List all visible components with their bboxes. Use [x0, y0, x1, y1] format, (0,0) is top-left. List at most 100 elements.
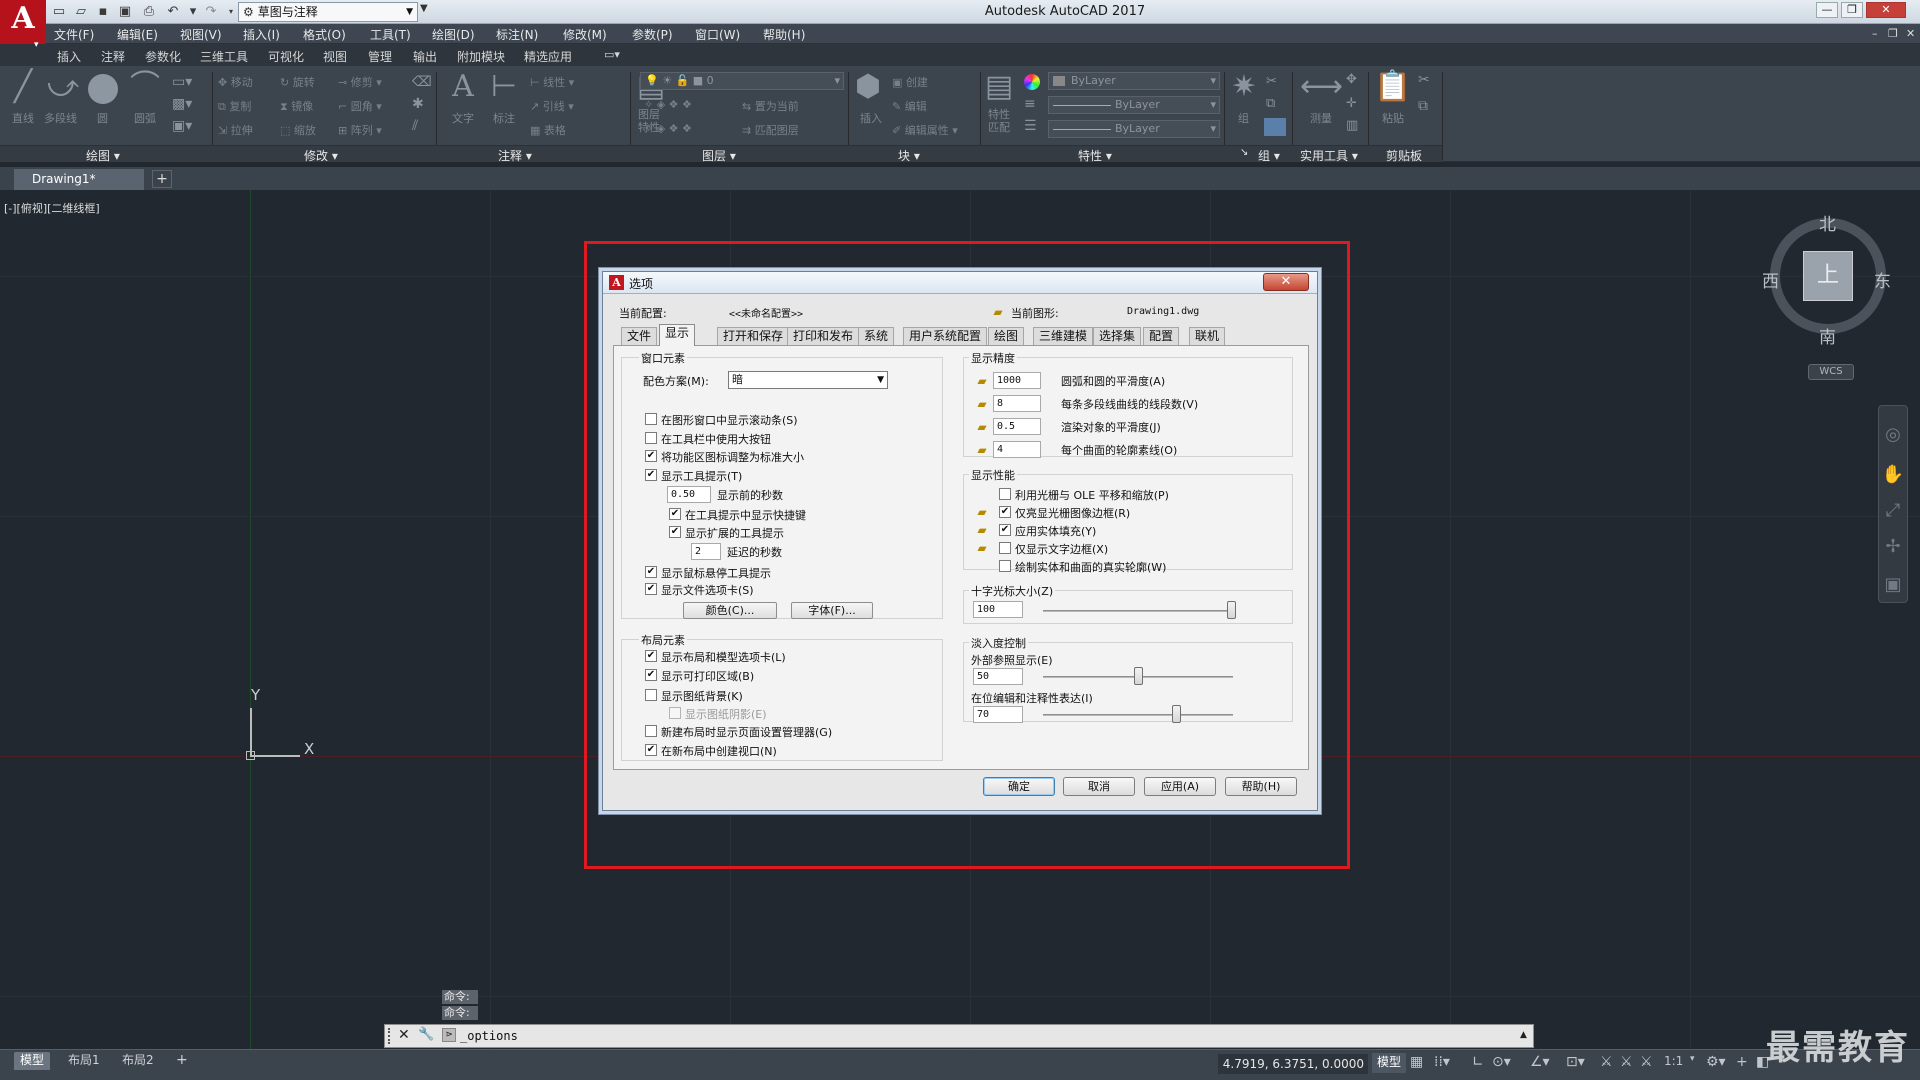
ribbon-tab-insert[interactable]: 插入	[57, 48, 81, 65]
tab-files[interactable]: 文件	[621, 327, 658, 345]
file-tab-drawing1[interactable]: Drawing1*	[14, 169, 144, 190]
zoom-extents-icon[interactable]: ⤢	[1880, 500, 1906, 521]
match-layer-tool[interactable]: ⇉ 匹配图层	[742, 122, 799, 138]
layer-tools-row2[interactable]: ✧ ◈ ❖ ❖	[644, 122, 692, 135]
layout-tabs-checkbox[interactable]: ✔	[645, 650, 657, 662]
properties-dialog-icon[interactable]: ↘	[1240, 147, 1248, 158]
render-smoothness-input[interactable]: 0.5	[993, 418, 1041, 435]
rotate-tool[interactable]: ↻ 旋转	[280, 74, 315, 90]
layout-tab-2[interactable]: 布局2	[116, 1052, 160, 1070]
apply-button[interactable]: 应用(A)	[1144, 777, 1216, 796]
compass-north[interactable]: 北	[1819, 210, 1836, 235]
compass-east[interactable]: 东	[1874, 267, 1891, 292]
show-scrollbars-checkbox[interactable]	[645, 413, 657, 425]
page-setup-manager-checkbox[interactable]	[645, 725, 657, 737]
quick-select-icon[interactable]: ✥	[1346, 72, 1357, 87]
ungroup-icon[interactable]: ✂	[1266, 74, 1277, 89]
paper-shadow-checkbox[interactable]	[669, 707, 681, 719]
arc-smoothness-input[interactable]: 1000	[993, 372, 1041, 389]
panel-title-groups[interactable]: 组 ▾	[1258, 147, 1280, 164]
osnap-tracking-icon[interactable]: ∠▾	[1530, 1054, 1550, 1070]
raster-ole-checkbox[interactable]	[999, 488, 1011, 500]
text-icon[interactable]: A	[448, 70, 478, 104]
showmotion-icon[interactable]: ▣	[1880, 574, 1906, 595]
tooltip-delay-input[interactable]: 0.50	[667, 486, 711, 503]
panel-title-clipboard[interactable]: 剪贴板	[1386, 147, 1422, 164]
layer-combo[interactable]: 💡 ☀ 🔓 ■ 0 ▾	[640, 72, 844, 90]
edit-attributes-tool[interactable]: ✐ 编辑属性 ▾	[892, 122, 958, 138]
erase-icon[interactable]: ⌫	[412, 74, 432, 90]
large-buttons-checkbox[interactable]	[645, 432, 657, 444]
menu-help[interactable]: 帮助(H)	[763, 26, 805, 43]
copy-clip-icon[interactable]: ⧉	[1418, 98, 1428, 114]
close-icon[interactable]: ✕	[398, 1027, 410, 1043]
linear-tool[interactable]: ⊢ 线性 ▾	[530, 74, 574, 90]
panel-title-properties[interactable]: 特性 ▾	[1078, 147, 1112, 164]
auto-scale-icon[interactable]: ⚔	[1620, 1054, 1633, 1070]
pan-icon[interactable]: ✋	[1880, 464, 1906, 485]
fillet-tool[interactable]: ⌐ 圆角 ▾	[338, 98, 382, 114]
arc-icon[interactable]: ⌒	[128, 70, 162, 104]
dimension-icon[interactable]: ⊢	[488, 70, 520, 104]
model-space-button[interactable]: 模型	[1372, 1053, 1406, 1073]
annotation-scale-icon[interactable]: ⚔	[1640, 1054, 1653, 1070]
layout-tab-model[interactable]: 模型	[14, 1052, 51, 1070]
command-line-grip[interactable]	[388, 1028, 392, 1044]
tab-profiles[interactable]: 配置	[1143, 327, 1180, 345]
polyline-icon[interactable]: ⤻	[44, 70, 82, 104]
tab-system[interactable]: 系统	[858, 327, 895, 345]
doc-restore-icon[interactable]: ❐	[1888, 27, 1898, 40]
highlight-raster-checkbox[interactable]: ✔	[999, 506, 1011, 518]
inplace-fade-input[interactable]: 70	[973, 706, 1023, 723]
panel-title-layers[interactable]: 图层 ▾	[702, 147, 736, 164]
panel-title-utilities[interactable]: 实用工具 ▾	[1300, 147, 1358, 164]
object-snap-icon[interactable]: ⊡▾	[1566, 1054, 1585, 1070]
tab-drafting[interactable]: 绘图	[988, 327, 1025, 345]
panel-title-annotation[interactable]: 注释 ▾	[498, 147, 532, 164]
help-button[interactable]: 帮助(H)	[1225, 777, 1297, 796]
scale-tool[interactable]: ⬚ 缩放	[280, 122, 316, 138]
menu-draw[interactable]: 绘图(D)	[432, 26, 475, 43]
application-menu-button[interactable]: A ▾	[0, 0, 46, 50]
tab-online[interactable]: 联机	[1189, 327, 1226, 345]
menu-insert[interactable]: 插入(I)	[243, 26, 280, 43]
layout-tab-1[interactable]: 布局1	[62, 1052, 106, 1070]
annotation-visibility-icon[interactable]: ⚔	[1600, 1054, 1613, 1070]
menu-view[interactable]: 视图(V)	[180, 26, 222, 43]
tab-display[interactable]: 显示	[659, 324, 696, 346]
new-tab-button[interactable]: +	[152, 170, 172, 188]
line-icon[interactable]: ╱	[6, 70, 40, 104]
cancel-button[interactable]: 取消	[1063, 777, 1135, 796]
ribbon-tab-addins[interactable]: 附加模块	[457, 48, 505, 65]
calculator-icon[interactable]: ▥	[1346, 118, 1358, 133]
menu-format[interactable]: 格式(O)	[303, 26, 346, 43]
command-input[interactable]: _options	[460, 1029, 518, 1043]
ribbon-tab-visualize[interactable]: 可视化	[268, 48, 304, 65]
id-point-icon[interactable]: ✛	[1346, 96, 1357, 111]
boundary-icon[interactable]: ▣▾	[172, 118, 192, 134]
resize-ribbon-icons-checkbox[interactable]: ✔	[645, 450, 657, 462]
crosshair-slider-thumb[interactable]	[1227, 601, 1237, 619]
crosshair-size-input[interactable]: 100	[973, 601, 1023, 618]
copy-tool[interactable]: ⧉ 复制	[218, 98, 251, 114]
wrench-icon[interactable]: 🔧	[418, 1027, 434, 1042]
fonts-button[interactable]: 字体(F)...	[791, 602, 873, 619]
ribbon-tab-manage[interactable]: 管理	[368, 48, 392, 65]
edit-block-tool[interactable]: ✎ 编辑	[892, 98, 927, 114]
xref-fade-slider-thumb[interactable]	[1134, 667, 1143, 685]
ortho-icon[interactable]: ∟	[1472, 1054, 1484, 1070]
menu-file[interactable]: 文件(F)	[54, 26, 94, 43]
move-tool[interactable]: ✥ 移动	[218, 74, 253, 90]
silhouettes-checkbox[interactable]	[999, 560, 1011, 572]
chevron-up-icon[interactable]: ▲	[1520, 1030, 1527, 1040]
leader-tool[interactable]: ↗ 引线 ▾	[530, 98, 574, 114]
menu-window[interactable]: 窗口(W)	[695, 26, 740, 43]
group-selection-icon[interactable]	[1264, 118, 1286, 136]
match-properties-icon[interactable]: ▤	[984, 70, 1014, 104]
panel-title-block[interactable]: 块 ▾	[898, 147, 920, 164]
color-wheel-icon[interactable]	[1024, 74, 1040, 90]
tab-plot-publish[interactable]: 打印和发布	[787, 327, 860, 345]
group-icon[interactable]: ✷	[1228, 70, 1260, 104]
solid-fill-checkbox[interactable]: ✔	[999, 524, 1011, 536]
ribbon-tab-3d-tools[interactable]: 三维工具	[200, 48, 248, 65]
